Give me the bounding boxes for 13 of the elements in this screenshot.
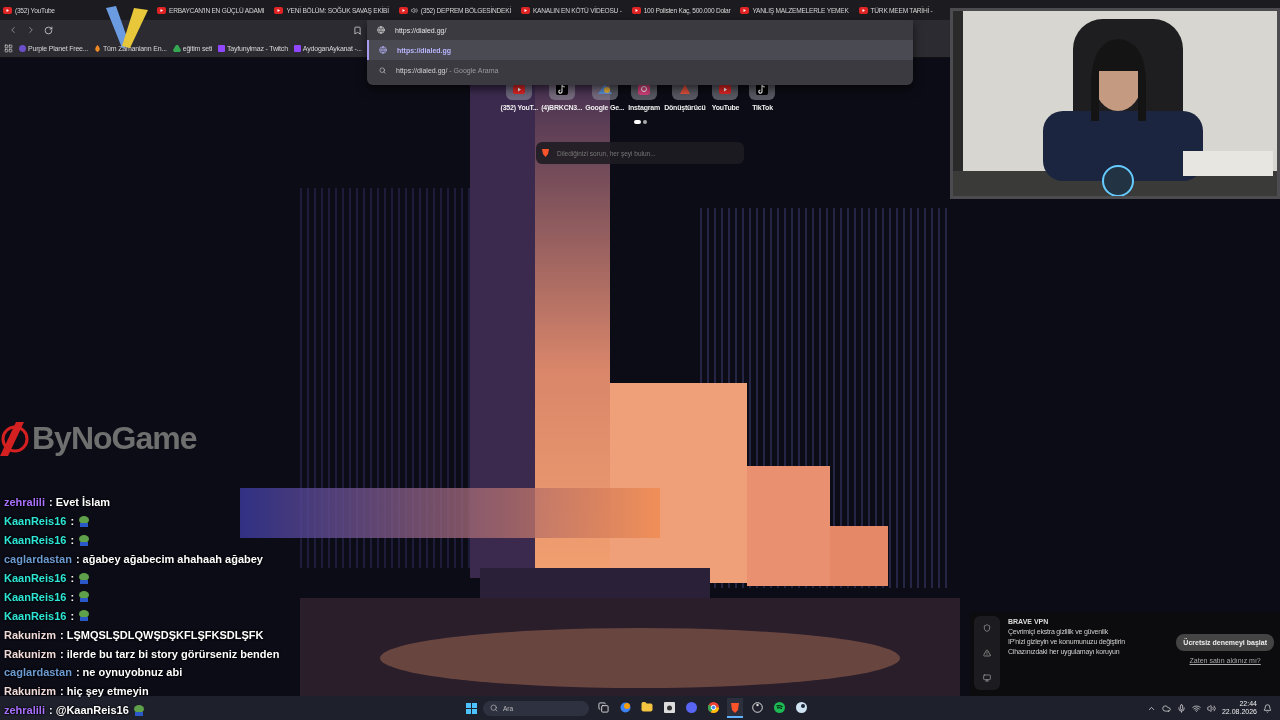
- chat-message: KaanReis16 :: [4, 530, 280, 550]
- chat-message: zehralili : @KaanReis16: [4, 700, 280, 720]
- chat-message: Rakunizm : LŞMQSLŞDLQWŞDŞKFLŞFKSDLŞFK: [4, 627, 265, 643]
- chat-message: KaanReis16 :: [4, 587, 280, 607]
- chat-message: zehralili : Evet İslam: [4, 495, 112, 511]
- brand-logo-text: ByNoGame: [32, 420, 197, 457]
- chat-message: caglardastan : ne oynuyobnuz abi: [4, 665, 184, 681]
- chat-message: KaanReis16 :: [4, 606, 280, 626]
- chat-message: KaanReis16 :: [4, 568, 280, 588]
- chat-message: Rakunizm : ilerde bu tarz bi story görürseniz benden: [4, 646, 280, 662]
- chat-message: Rakunizm : hiç şey etmeyin: [4, 684, 150, 700]
- chat-message: caglardastan : ağabey ağabecim ahahaah ağabey: [4, 552, 264, 568]
- chat-message: KaanReis16 :: [4, 511, 280, 531]
